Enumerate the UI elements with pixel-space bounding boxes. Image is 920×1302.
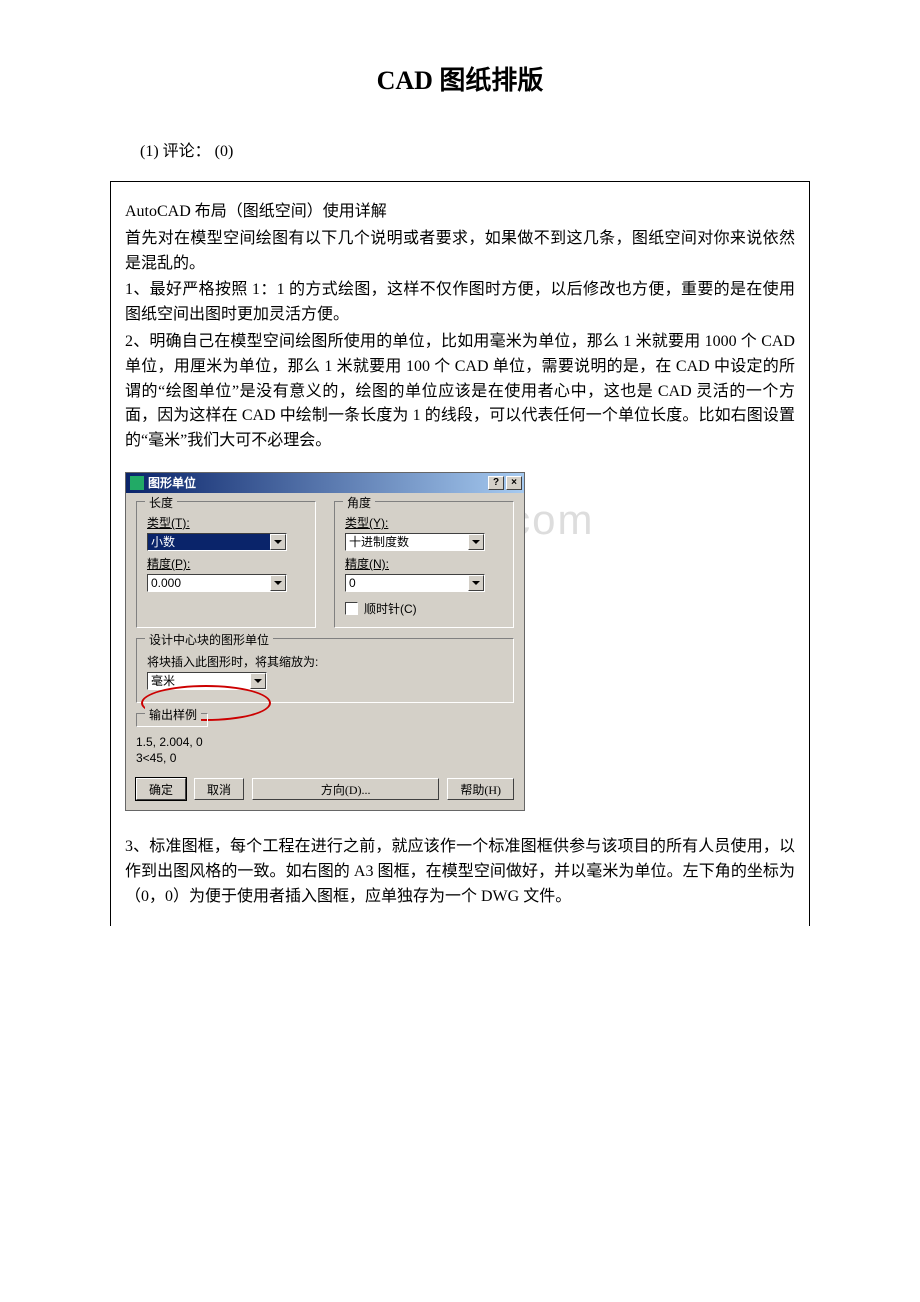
design-block-hint: 将块插入此图形时，将其缩放为:	[147, 653, 503, 670]
length-precision-label: 精度(P):	[147, 555, 305, 572]
length-group-label: 长度	[145, 494, 177, 511]
sample-group: 输出样例	[136, 713, 208, 727]
length-group: 长度 类型(T): 小数 精度(P): 0.000	[136, 501, 316, 628]
sample-group-label: 输出样例	[145, 706, 201, 723]
app-icon	[130, 476, 144, 490]
angle-type-value: 十进制度数	[346, 534, 468, 550]
clockwise-label: 顺时针(C)	[364, 600, 417, 617]
length-type-label: 类型(T):	[147, 514, 305, 531]
angle-precision-label: 精度(N):	[345, 555, 503, 572]
units-dialog: 图形单位 ? × 长度 类型(T): 小数 精度(P)	[125, 472, 525, 811]
chevron-down-icon[interactable]	[270, 575, 286, 591]
angle-precision-value: 0	[346, 575, 468, 591]
angle-type-select[interactable]: 十进制度数	[345, 533, 485, 551]
help-icon[interactable]: ?	[488, 476, 504, 490]
dialog-screenshot: www.bdocx.com 图形单位 ? × 长度 类型(T):	[125, 472, 795, 811]
design-block-group-label: 设计中心块的图形单位	[145, 631, 273, 648]
angle-group: 角度 类型(Y): 十进制度数 精度(N): 0	[334, 501, 514, 628]
direction-button[interactable]: 方向(D)...	[252, 778, 439, 800]
design-block-select[interactable]: 毫米	[147, 672, 267, 690]
angle-group-label: 角度	[343, 494, 375, 511]
page-title: CAD 图纸排版	[0, 60, 920, 97]
paragraph-1: 1、最好严格按照 1：1 的方式绘图，这样不仅作图时方便，以后修改也方便，重要的…	[125, 278, 795, 328]
paragraph-intro: 首先对在模型空间绘图有以下几个说明或者要求，如果做不到这几条，图纸空间对你来说依…	[125, 227, 795, 277]
meta-line: (1) 评论： (0)	[0, 137, 920, 161]
design-block-value: 毫米	[148, 673, 250, 689]
chevron-down-icon[interactable]	[468, 575, 484, 591]
comments-count: (0)	[215, 143, 234, 160]
help-button[interactable]: 帮助(H)	[447, 778, 514, 800]
length-precision-value: 0.000	[148, 575, 270, 591]
angle-type-label: 类型(Y):	[345, 514, 503, 531]
chevron-down-icon[interactable]	[270, 534, 286, 550]
chevron-down-icon[interactable]	[250, 673, 266, 689]
cancel-button[interactable]: 取消	[194, 778, 244, 800]
paragraph-intro-title: AutoCAD 布局（图纸空间）使用详解	[125, 200, 795, 225]
sample-line-1: 1.5, 2.004, 0	[136, 735, 514, 751]
chevron-down-icon[interactable]	[468, 534, 484, 550]
close-icon[interactable]: ×	[506, 476, 522, 490]
rating-value: (1)	[140, 143, 159, 160]
length-precision-select[interactable]: 0.000	[147, 574, 287, 592]
paragraph-3: 3、标准图框，每个工程在进行之前，就应该作一个标准图框供参与该项目的所有人员使用…	[125, 835, 795, 909]
angle-precision-select[interactable]: 0	[345, 574, 485, 592]
dialog-titlebar: 图形单位 ? ×	[126, 473, 524, 493]
clockwise-checkbox[interactable]	[345, 602, 358, 615]
ok-button[interactable]: 确定	[136, 778, 186, 800]
length-type-value: 小数	[148, 534, 270, 550]
length-type-select[interactable]: 小数	[147, 533, 287, 551]
design-block-group: 设计中心块的图形单位 将块插入此图形时，将其缩放为: 毫米	[136, 638, 514, 703]
content-frame: AutoCAD 布局（图纸空间）使用详解 首先对在模型空间绘图有以下几个说明或者…	[110, 181, 810, 926]
comments-label: 评论：	[163, 143, 211, 160]
sample-line-2: 3<45, 0	[136, 751, 514, 767]
dialog-title: 图形单位	[148, 474, 196, 491]
paragraph-2: 2、明确自己在模型空间绘图所使用的单位，比如用毫米为单位，那么 1 米就要用 1…	[125, 330, 795, 454]
